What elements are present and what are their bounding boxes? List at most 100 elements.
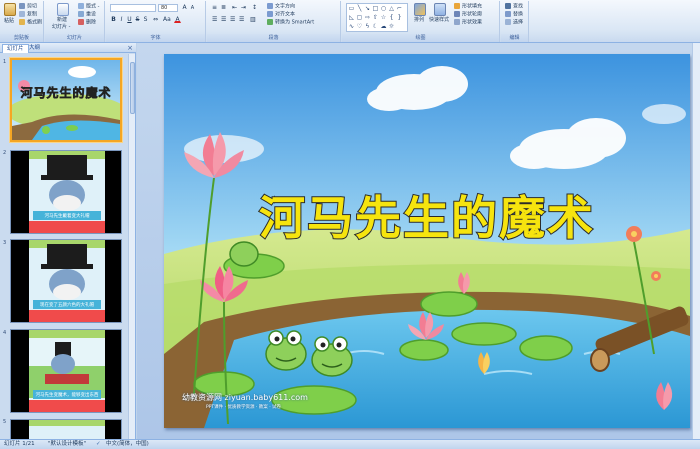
shapes-gallery[interactable]: ▭ ╲ ↘ □ ○ △ ⌐ ◺ ▢ ⇨ ⇧ ☆ { } ∿ ♡ ϟ ☾ ☁ ☼ bbox=[346, 3, 408, 32]
italic-icon[interactable]: I bbox=[118, 16, 125, 23]
select-button[interactable]: 选择 bbox=[505, 19, 523, 27]
grow-font-icon[interactable]: A bbox=[181, 4, 188, 11]
decrease-indent-icon[interactable]: ⇤ bbox=[231, 4, 238, 11]
bracket-shape-icon[interactable]: ⌐ bbox=[396, 5, 403, 12]
brace-shape-icon[interactable]: { bbox=[388, 14, 395, 21]
star-shape-icon[interactable]: ☆ bbox=[380, 14, 387, 21]
delete-slide-button[interactable]: 删除 bbox=[78, 19, 96, 27]
heart-shape-icon[interactable]: ♡ bbox=[356, 23, 363, 30]
right-arrow-shape-icon[interactable]: ⇨ bbox=[364, 14, 371, 21]
font-name-select[interactable] bbox=[110, 4, 156, 12]
increase-indent-icon[interactable]: ⇥ bbox=[240, 4, 247, 11]
paste-icon bbox=[4, 3, 16, 16]
status-slide-position: 幻灯片 1/21 bbox=[4, 441, 35, 447]
quick-styles-button[interactable]: 快速样式 bbox=[429, 17, 449, 24]
group-paragraph: ≡ ≣ ⇤ ⇥ ↕ ☰ ☰ ☰ ☰ ▥ 文字方向 对齐文本 转换为 SmartA… bbox=[207, 1, 341, 42]
slide-title[interactable]: 河马先生的魔术 bbox=[258, 190, 595, 246]
rtriangle-shape-icon[interactable]: ◺ bbox=[348, 14, 355, 21]
font-size-select[interactable]: 80 bbox=[158, 4, 178, 12]
strikethrough-icon[interactable]: S bbox=[134, 16, 141, 23]
delete-icon bbox=[78, 19, 84, 25]
smartart-button[interactable]: 转换为 SmartArt bbox=[267, 19, 314, 27]
arrange-icon bbox=[414, 3, 426, 16]
curve-shape-icon[interactable]: ∿ bbox=[348, 23, 355, 30]
up-arrow-shape-icon[interactable]: ⇧ bbox=[372, 14, 379, 21]
ribbon: 粘贴 剪切 复制 格式刷 剪贴板 新建 幻灯片 - 版式 - 重设 删除 幻灯片… bbox=[0, 0, 700, 43]
textbox-shape-icon[interactable]: ▭ bbox=[348, 5, 355, 12]
cursor-icon bbox=[505, 19, 511, 25]
bullets-icon[interactable]: ≡ bbox=[211, 4, 218, 11]
change-case-icon[interactable]: Aa bbox=[162, 16, 171, 23]
brush-icon bbox=[19, 19, 25, 25]
layout-button[interactable]: 版式 - bbox=[78, 3, 99, 11]
arrange-button[interactable]: 排列 bbox=[414, 17, 424, 24]
underline-icon[interactable]: U bbox=[126, 16, 133, 23]
rect-shape-icon[interactable]: □ bbox=[372, 5, 379, 12]
status-language[interactable]: 中文(简体，中国) bbox=[106, 440, 149, 449]
shape-fill-button[interactable]: 形状填充 bbox=[454, 3, 482, 11]
triangle-shape-icon[interactable]: △ bbox=[388, 5, 395, 12]
slide-thumbnail-3[interactable]: 现在变了五颜六色的大礼帽 bbox=[10, 239, 122, 323]
fill-bucket-icon bbox=[454, 3, 460, 9]
thumb-3-caption: 现在变了五颜六色的大礼帽 bbox=[40, 303, 94, 308]
justify-icon[interactable]: ☰ bbox=[238, 16, 245, 23]
slides-pane: 幻灯片 大纲 × 1 河马先生的魔术 2 河马先生戴着变大礼帽 3 现在变了五颜… bbox=[0, 43, 136, 439]
text-direction-button[interactable]: 文字方向 bbox=[267, 3, 295, 11]
group-font: 80 A A B I U S S ⇔ Aa A 字体 bbox=[106, 1, 206, 42]
pane-scroll-thumb[interactable] bbox=[130, 62, 135, 114]
new-slide-dropdown[interactable]: 幻灯片 - bbox=[52, 24, 70, 31]
group-label-clipboard: 剪贴板 bbox=[0, 34, 43, 42]
align-text-button[interactable]: 对齐文本 bbox=[267, 11, 295, 19]
binoculars-icon bbox=[505, 3, 511, 9]
slide-thumbnail-4[interactable]: 河马先生变魔术，能够变出东西 bbox=[10, 329, 122, 413]
sun-shape-icon[interactable]: ☼ bbox=[388, 23, 395, 30]
slide-thumbnail-5[interactable] bbox=[10, 419, 122, 439]
replace-button[interactable]: 替换 bbox=[505, 11, 523, 19]
brace-close-shape-icon[interactable]: } bbox=[396, 14, 403, 21]
oval-shape-icon[interactable]: ○ bbox=[380, 5, 387, 12]
slide-thumbnail-1[interactable]: 河马先生的魔术 bbox=[10, 58, 122, 142]
shadow-icon[interactable]: S bbox=[142, 16, 149, 23]
copy-button[interactable]: 复制 bbox=[19, 11, 37, 19]
bold-icon[interactable]: B bbox=[110, 16, 117, 23]
align-center-icon[interactable]: ☰ bbox=[220, 16, 227, 23]
align-left-icon[interactable]: ☰ bbox=[211, 16, 218, 23]
shape-effects-button[interactable]: 形状效果 bbox=[454, 19, 482, 27]
arrow-shape-icon[interactable]: ↘ bbox=[364, 5, 371, 12]
tab-outline[interactable]: 大纲 bbox=[25, 44, 44, 53]
slide-canvas[interactable]: 河马先生的魔术 幼教资源网 ziyuan.baby611.com PPT课件 ·… bbox=[164, 54, 690, 428]
spacing-icon[interactable]: ⇔ bbox=[152, 16, 159, 23]
slide-thumbnail-2[interactable]: 河马先生戴着变大礼帽 bbox=[10, 150, 122, 234]
align-right-icon[interactable]: ☰ bbox=[229, 16, 236, 23]
lightning-shape-icon[interactable]: ϟ bbox=[364, 23, 371, 30]
group-label-paragraph: 段落 bbox=[207, 34, 340, 42]
close-icon[interactable]: × bbox=[127, 44, 133, 52]
cut-button[interactable]: 剪切 bbox=[19, 3, 37, 11]
paste-button[interactable]: 粘贴 bbox=[4, 18, 14, 25]
status-theme[interactable]: "默认设计模板" bbox=[48, 440, 86, 449]
slide-watermark: 幼教资源网 ziyuan.baby611.com bbox=[182, 393, 308, 402]
line-shape-icon[interactable]: ╲ bbox=[356, 5, 363, 12]
new-slide-button[interactable]: 新建 bbox=[57, 17, 67, 24]
font-color-icon[interactable]: A bbox=[174, 16, 181, 23]
numbering-icon[interactable]: ≣ bbox=[220, 4, 227, 11]
moon-shape-icon[interactable]: ☾ bbox=[372, 23, 379, 30]
rounded-rect-shape-icon[interactable]: ▢ bbox=[356, 14, 363, 21]
slide-number: 4 bbox=[3, 330, 7, 336]
format-painter-button[interactable]: 格式刷 bbox=[19, 19, 42, 27]
workspace-scrollbar[interactable] bbox=[692, 43, 700, 439]
cloud-shape-icon[interactable]: ☁ bbox=[380, 23, 387, 30]
shrink-font-icon[interactable]: A bbox=[189, 4, 196, 11]
spellcheck-icon[interactable]: ✓ bbox=[96, 440, 101, 449]
line-spacing-icon[interactable]: ↕ bbox=[251, 4, 258, 11]
reset-button[interactable]: 重设 bbox=[78, 11, 96, 19]
columns-icon[interactable]: ▥ bbox=[249, 16, 256, 23]
pen-icon bbox=[454, 11, 460, 17]
pane-scrollbar[interactable] bbox=[128, 54, 135, 439]
thumb-2-art bbox=[11, 151, 121, 233]
shape-outline-button[interactable]: 形状轮廓 bbox=[454, 11, 482, 19]
layout-icon bbox=[78, 3, 84, 9]
group-slides: 新建 幻灯片 - 版式 - 重设 删除 幻灯片 bbox=[45, 1, 105, 42]
find-button[interactable]: 查找 bbox=[505, 3, 523, 11]
group-drawing: ▭ ╲ ↘ □ ○ △ ⌐ ◺ ▢ ⇨ ⇧ ☆ { } ∿ ♡ ϟ ☾ ☁ ☼ … bbox=[342, 1, 500, 42]
